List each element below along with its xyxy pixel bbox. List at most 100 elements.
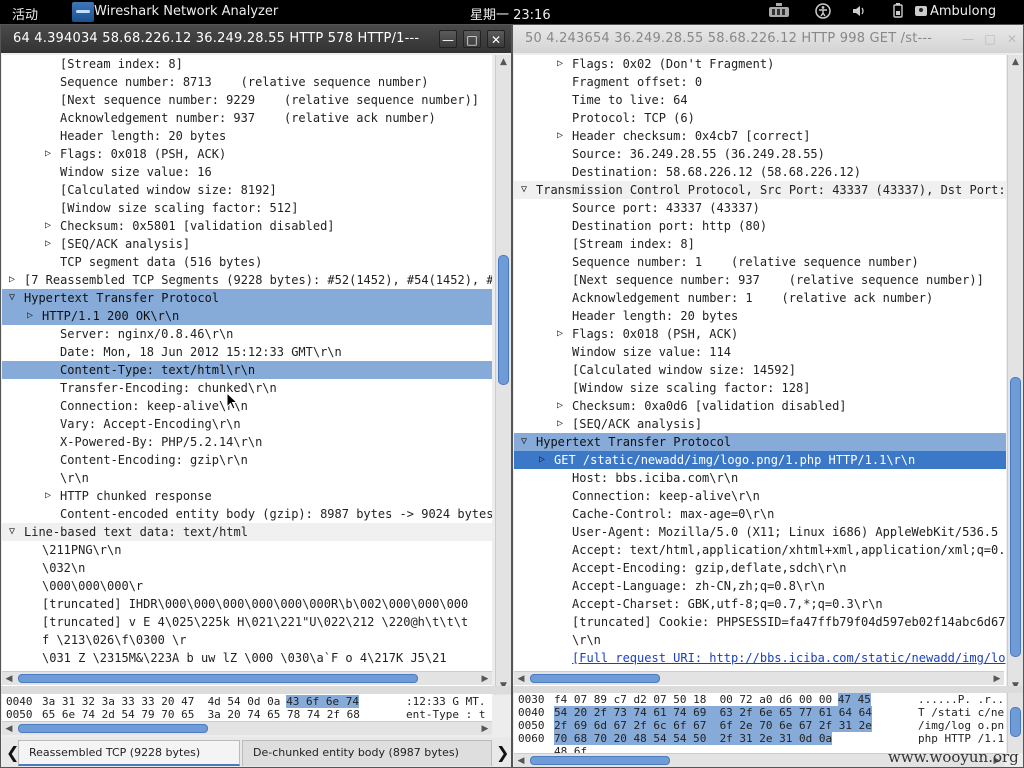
window-titlebar[interactable]: 50 4.243654 36.249.28.55 58.68.226.12 HT… (513, 25, 1023, 53)
scroll-thumb[interactable] (18, 724, 208, 733)
scroll-up-icon[interactable]: ▲ (1008, 55, 1023, 69)
hex-row[interactable]: 0060 70 68 70 20 48 54 54 50 2f 31 2e 31 … (514, 732, 1006, 745)
collapsed-arrow-icon[interactable]: ▷ (536, 451, 548, 469)
tree-row[interactable]: Cache-Control: max-age=0\r\n (514, 505, 1006, 523)
tree-row[interactable]: Sequence number: 1 (relative sequence nu… (514, 253, 1006, 271)
tree-row[interactable]: ▷ Header checksum: 0x4cb7 [correct] (514, 127, 1006, 145)
tree-row[interactable]: ▽ Transmission Control Protocol, Src Port… (514, 181, 1006, 199)
maximize-button[interactable]: □ (981, 30, 999, 48)
tree-row[interactable]: ▽ Hypertext Transfer Protocol (2, 289, 492, 307)
tree-row[interactable]: [Calculated window size: 14592] (514, 361, 1006, 379)
tree-row[interactable]: Source: 36.249.28.55 (36.249.28.55) (514, 145, 1006, 163)
tree-row[interactable]: Header length: 20 bytes (514, 307, 1006, 325)
scroll-thumb[interactable] (530, 674, 660, 683)
tree-row[interactable]: Source port: 43337 (43337) (514, 199, 1006, 217)
collapsed-arrow-icon[interactable]: ▷ (42, 145, 54, 163)
tree-row[interactable]: [Full request URI: http://bbs.iciba.com/… (514, 649, 1006, 667)
user-menu[interactable]: Ambulong (930, 4, 996, 19)
tree-row[interactable]: Content-encoded entity body (gzip): 8987… (2, 505, 492, 523)
collapsed-arrow-icon[interactable]: ▷ (42, 487, 54, 505)
tree-vertical-scrollbar[interactable]: ▲ ▼ (1007, 55, 1023, 695)
hex-vertical-scrollbar[interactable] (1007, 693, 1023, 753)
tree-row[interactable]: Protocol: TCP (6) (514, 109, 1006, 127)
tab-reassembled-tcp[interactable]: Reassembled TCP (9228 bytes) (18, 740, 240, 766)
scroll-thumb[interactable] (1010, 707, 1021, 737)
collapsed-arrow-icon[interactable]: ▷ (554, 55, 566, 73)
tree-row[interactable]: Transfer-Encoding: chunked\r\n (2, 379, 492, 397)
tree-row[interactable]: X-Powered-By: PHP/5.2.14\r\n (2, 433, 492, 451)
tree-row[interactable]: ▷ Checksum: 0x5801 [validation disabled] (2, 217, 492, 235)
scroll-right-icon[interactable]: ▶ (990, 672, 1004, 686)
collapsed-arrow-icon[interactable]: ▷ (554, 325, 566, 343)
tree-row[interactable]: [truncated] Cookie: PHPSESSID=fa47ffb79f… (514, 613, 1006, 631)
tree-row[interactable]: Destination: 58.68.226.12 (58.68.226.12) (514, 163, 1006, 181)
expanded-arrow-icon[interactable]: ▽ (6, 523, 18, 541)
tree-vertical-scrollbar[interactable]: ▲ ▼ (495, 55, 511, 695)
tree-row[interactable]: ▷ Flags: 0x018 (PSH, ACK) (514, 325, 1006, 343)
scroll-thumb[interactable] (1010, 377, 1021, 657)
tree-row[interactable]: [Calculated window size: 8192] (2, 181, 492, 199)
volume-icon[interactable] (850, 3, 868, 21)
tree-row[interactable]: \r\n (2, 469, 492, 487)
packet-details-tree[interactable]: [Stream index: 8] Sequence number: 8713 (… (2, 55, 492, 695)
tree-row[interactable]: ▽ Line-based text data: text/html (2, 523, 492, 541)
tree-row[interactable]: Date: Mon, 18 Jun 2012 15:12:33 GMT\r\n (2, 343, 492, 361)
tree-row[interactable]: Accept-Encoding: gzip,deflate,sdch\r\n (514, 559, 1006, 577)
scroll-left-icon[interactable]: ◀ (514, 672, 528, 686)
tree-row[interactable]: \000\000\000\r (2, 577, 492, 595)
close-button[interactable]: ✕ (487, 30, 505, 48)
tree-row[interactable]: [Next sequence number: 9229 (relative se… (2, 91, 492, 109)
tree-row[interactable]: Acknowledgement number: 937 (relative ac… (2, 109, 492, 127)
tree-row[interactable]: ▷ HTTP chunked response (2, 487, 492, 505)
tree-row[interactable]: User-Agent: Mozilla/5.0 (X11; Linux i686… (514, 523, 1006, 541)
collapsed-arrow-icon[interactable]: ▷ (42, 217, 54, 235)
tree-row[interactable]: Accept: text/html,application/xhtml+xml,… (514, 541, 1006, 559)
tree-row[interactable]: Accept-Charset: GBK,utf-8;q=0.7,*;q=0.3\… (514, 595, 1006, 613)
tree-row[interactable]: Connection: keep-alive\r\n (514, 487, 1006, 505)
scroll-left-icon[interactable]: ◀ (2, 722, 16, 736)
tree-row[interactable]: [truncated] IHDR\000\000\000\000\000\000… (2, 595, 492, 613)
tree-row[interactable]: [Stream index: 8] (514, 235, 1006, 253)
hex-horizontal-scrollbar[interactable]: ◀ ▶ (2, 721, 492, 735)
minimize-button[interactable]: — (439, 30, 457, 48)
hex-row[interactable]: 0040 54 20 2f 73 74 61 74 69 63 2f 6e 65 … (514, 706, 1006, 719)
collapsed-arrow-icon[interactable]: ▷ (554, 397, 566, 415)
tree-row[interactable]: \211PNG\r\n (2, 541, 492, 559)
network-icon[interactable] (768, 3, 790, 21)
pane-splitter[interactable] (1, 686, 511, 694)
collapsed-arrow-icon[interactable]: ▷ (6, 271, 18, 289)
user-icon[interactable] (914, 3, 928, 21)
tree-row[interactable]: Acknowledgement number: 1 (relative ack … (514, 289, 1006, 307)
tree-row[interactable]: Server: nginx/0.8.46\r\n (2, 325, 492, 343)
maximize-button[interactable]: □ (463, 30, 481, 48)
expanded-arrow-icon[interactable]: ▽ (518, 433, 530, 451)
scroll-thumb[interactable] (530, 756, 670, 765)
clock[interactable]: 星期一 23:16 (470, 4, 551, 23)
tree-row[interactable]: Host: bbs.iciba.com\r\n (514, 469, 1006, 487)
hex-row[interactable]: 0050 65 6e 74 2d 54 79 70 65 3a 20 74 65 … (2, 708, 492, 721)
tree-horizontal-scrollbar[interactable]: ◀ ▶ (514, 671, 1004, 685)
tree-row[interactable]: [Next sequence number: 937 (relative seq… (514, 271, 1006, 289)
tree-row[interactable]: Content-Encoding: gzip\r\n (2, 451, 492, 469)
tree-row[interactable]: [Window size scaling factor: 128] (514, 379, 1006, 397)
accessibility-icon[interactable] (814, 3, 832, 21)
tree-row[interactable]: ▷ Checksum: 0xa0d6 [validation disabled] (514, 397, 1006, 415)
scroll-up-icon[interactable]: ▲ (496, 55, 511, 69)
packet-details-tree[interactable]: ▷ Flags: 0x02 (Don't Fragment) Fragment of… (514, 55, 1006, 695)
tree-row[interactable]: \032\n (2, 559, 492, 577)
tree-row[interactable]: Destination port: http (80) (514, 217, 1006, 235)
collapsed-arrow-icon[interactable]: ▷ (24, 307, 36, 325)
tree-row[interactable]: Window size value: 114 (514, 343, 1006, 361)
scroll-thumb[interactable] (498, 255, 509, 385)
tree-row[interactable]: ▷ [SEQ/ACK analysis] (514, 415, 1006, 433)
scroll-right-icon[interactable]: ▶ (478, 722, 492, 736)
tree-row[interactable]: [Stream index: 8] (2, 55, 492, 73)
tab-dechunked-body[interactable]: De-chunked entity body (8987 bytes) (242, 740, 492, 766)
tree-row[interactable]: Vary: Accept-Encoding\r\n (2, 415, 492, 433)
expanded-arrow-icon[interactable]: ▽ (6, 289, 18, 307)
tab-next-icon[interactable]: ❯ (496, 743, 509, 762)
minimize-button[interactable]: — (959, 30, 977, 48)
tree-row[interactable]: ▷ GET /static/newadd/img/logo.png/1.php H… (514, 451, 1006, 469)
tree-row[interactable]: ▷ Flags: 0x02 (Don't Fragment) (514, 55, 1006, 73)
tree-row[interactable]: Window size value: 16 (2, 163, 492, 181)
